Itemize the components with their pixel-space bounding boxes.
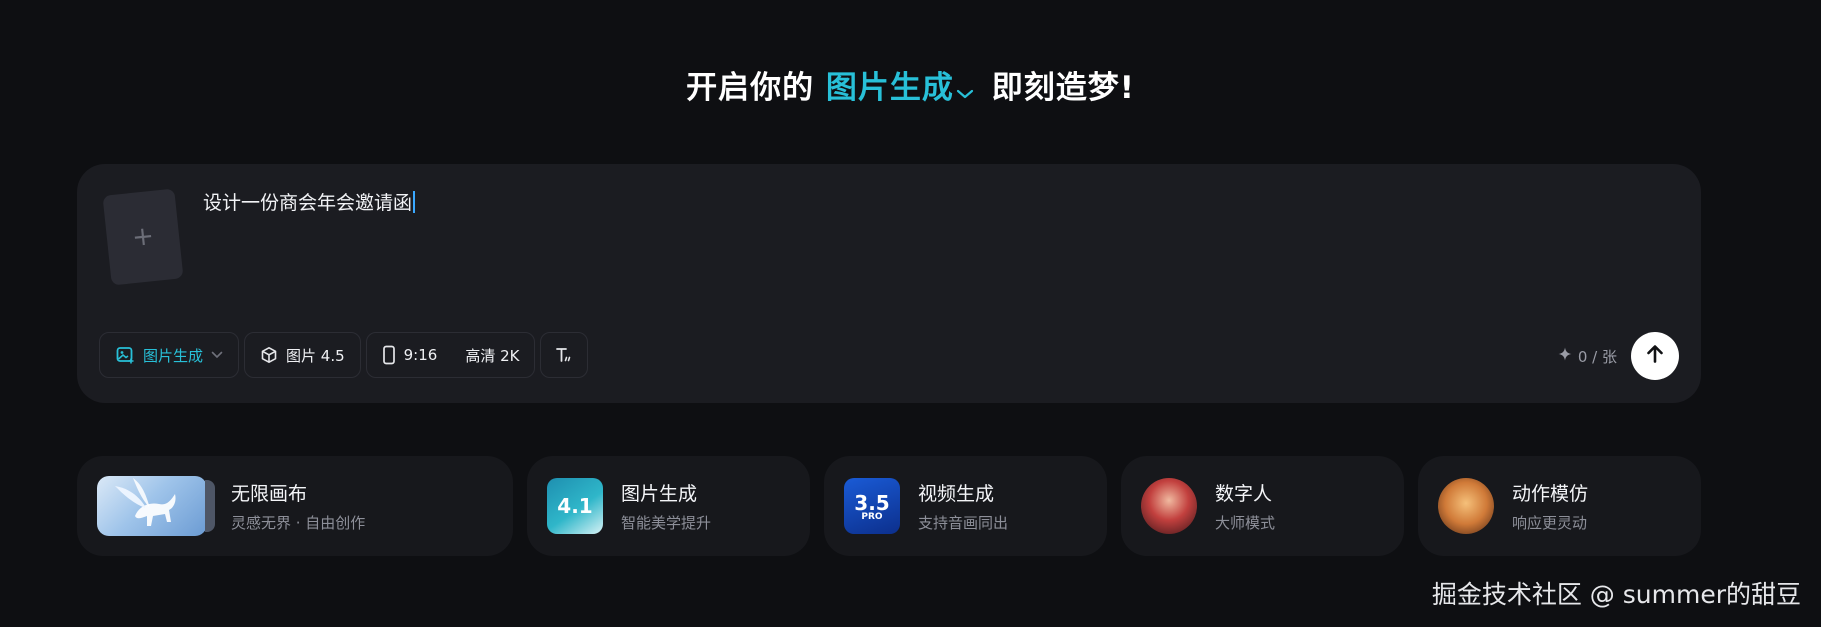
feature-text: 图片生成 智能美学提升: [621, 479, 711, 533]
feature-title: 视频生成: [918, 483, 995, 505]
mode-select-label: 图片生成: [143, 346, 204, 365]
page-headline: 开启你的 图片生成 即刻造梦!: [0, 62, 1821, 108]
pro-badge: PRO: [861, 511, 883, 522]
chevron-down-icon: [956, 72, 974, 108]
headline-prefix: 开启你的: [686, 70, 815, 106]
aspect-ratio-label: 9:16: [403, 346, 438, 364]
feature-subtitle: 灵感无界 · 自由创作: [231, 514, 366, 532]
digital-human-avatar: [1141, 478, 1197, 534]
feature-card-infinite-canvas[interactable]: 无限画布 灵感无界 · 自由创作: [77, 456, 513, 556]
arrow-up-icon: [1644, 343, 1666, 369]
text-style-button[interactable]: [540, 332, 589, 378]
feature-title: 图片生成: [621, 483, 698, 505]
model-select-button[interactable]: 图片 4.5: [244, 332, 361, 378]
mode-select-button[interactable]: 图片生成: [99, 332, 240, 378]
pegasus-thumbnail: [97, 476, 215, 536]
model-select-label: 图片 4.5: [286, 346, 345, 365]
mode-switcher[interactable]: 图片生成: [826, 70, 992, 106]
feature-title: 数字人: [1215, 483, 1273, 505]
image-model-thumbnail: 4.1: [547, 478, 603, 534]
sparkle-icon: [1558, 347, 1572, 365]
credits-indicator: 0 / 张: [1558, 346, 1617, 367]
feature-subtitle: 智能美学提升: [621, 514, 712, 532]
composer-actions: 0 / 张: [1558, 332, 1679, 380]
feature-text: 无限画布 灵感无界 · 自由创作: [231, 479, 365, 533]
mode-switcher-label: 图片生成: [825, 70, 954, 106]
feature-card-digital-human[interactable]: 数字人 大师模式: [1121, 456, 1404, 556]
send-button[interactable]: [1631, 332, 1679, 380]
quality-label: 高清 2K: [465, 346, 520, 365]
feature-text: 视频生成 支持音画同出: [918, 479, 1008, 533]
prompt-input-value: 设计一份商会年会邀请函: [203, 192, 413, 214]
image-model-version: 4.1: [557, 494, 593, 518]
image-sparkle-icon: [115, 345, 135, 365]
chevron-down-icon: [211, 351, 223, 359]
credits-label: 0 / 张: [1577, 347, 1617, 366]
watermark: 掘金技术社区 @ summer的甜豆: [1431, 580, 1801, 609]
upload-reference-button[interactable]: +: [102, 188, 184, 286]
prompt-composer: + 设计一份商会年会邀请函 图片生成 图片 4.5 9:16 高清 2K 0 /…: [77, 164, 1701, 403]
feature-text: 数字人 大师模式: [1215, 479, 1275, 533]
headline-suffix: 即刻造梦!: [991, 70, 1135, 106]
composer-toolbar: 图片生成 图片 4.5 9:16 高清 2K: [99, 332, 589, 378]
feature-title: 无限画布: [231, 483, 308, 505]
ratio-quality-button[interactable]: 9:16 高清 2K: [365, 332, 536, 378]
feature-card-image-generation[interactable]: 4.1 图片生成 智能美学提升: [527, 456, 810, 556]
motion-imitation-avatar: [1438, 478, 1494, 534]
feature-subtitle: 支持音画同出: [918, 514, 1009, 532]
feature-card-video-generation[interactable]: 3.5 PRO 视频生成 支持音画同出: [824, 456, 1107, 556]
feature-text: 动作模仿 响应更灵动: [1512, 479, 1588, 533]
feature-subtitle: 响应更灵动: [1512, 514, 1588, 532]
feature-title: 动作模仿: [1512, 483, 1589, 505]
video-model-thumbnail: 3.5 PRO: [844, 478, 900, 534]
cube-icon: [260, 346, 278, 364]
feature-card-motion-imitation[interactable]: 动作模仿 响应更灵动: [1418, 456, 1701, 556]
text-style-icon: [554, 345, 574, 365]
plus-icon: +: [130, 220, 156, 254]
page: 开启你的 图片生成 即刻造梦! + 设计一份商会年会邀请函 图片生成 图片 4.…: [0, 0, 1821, 627]
text-caret: [413, 191, 416, 213]
feature-shortcuts: 无限画布 灵感无界 · 自由创作 4.1 图片生成 智能美学提升 3.5 PRO…: [77, 456, 1701, 556]
phone-portrait-icon: [382, 345, 396, 365]
prompt-input[interactable]: 设计一份商会年会邀请函: [203, 188, 416, 215]
feature-subtitle: 大师模式: [1215, 514, 1276, 532]
